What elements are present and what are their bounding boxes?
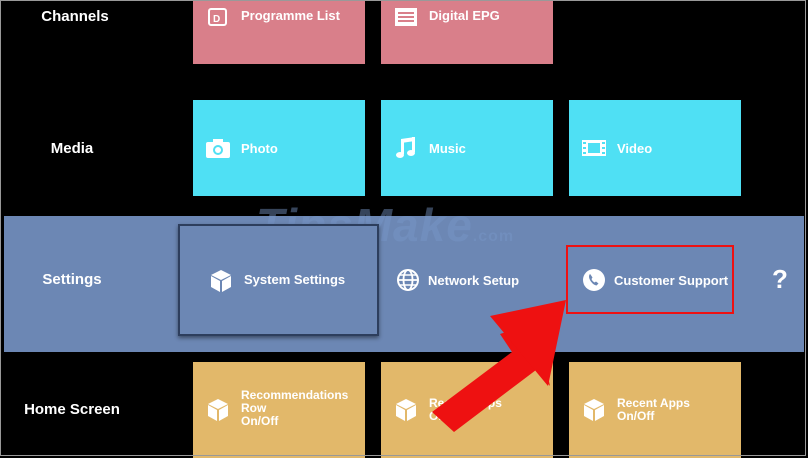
annotation-arrow bbox=[432, 300, 566, 432]
